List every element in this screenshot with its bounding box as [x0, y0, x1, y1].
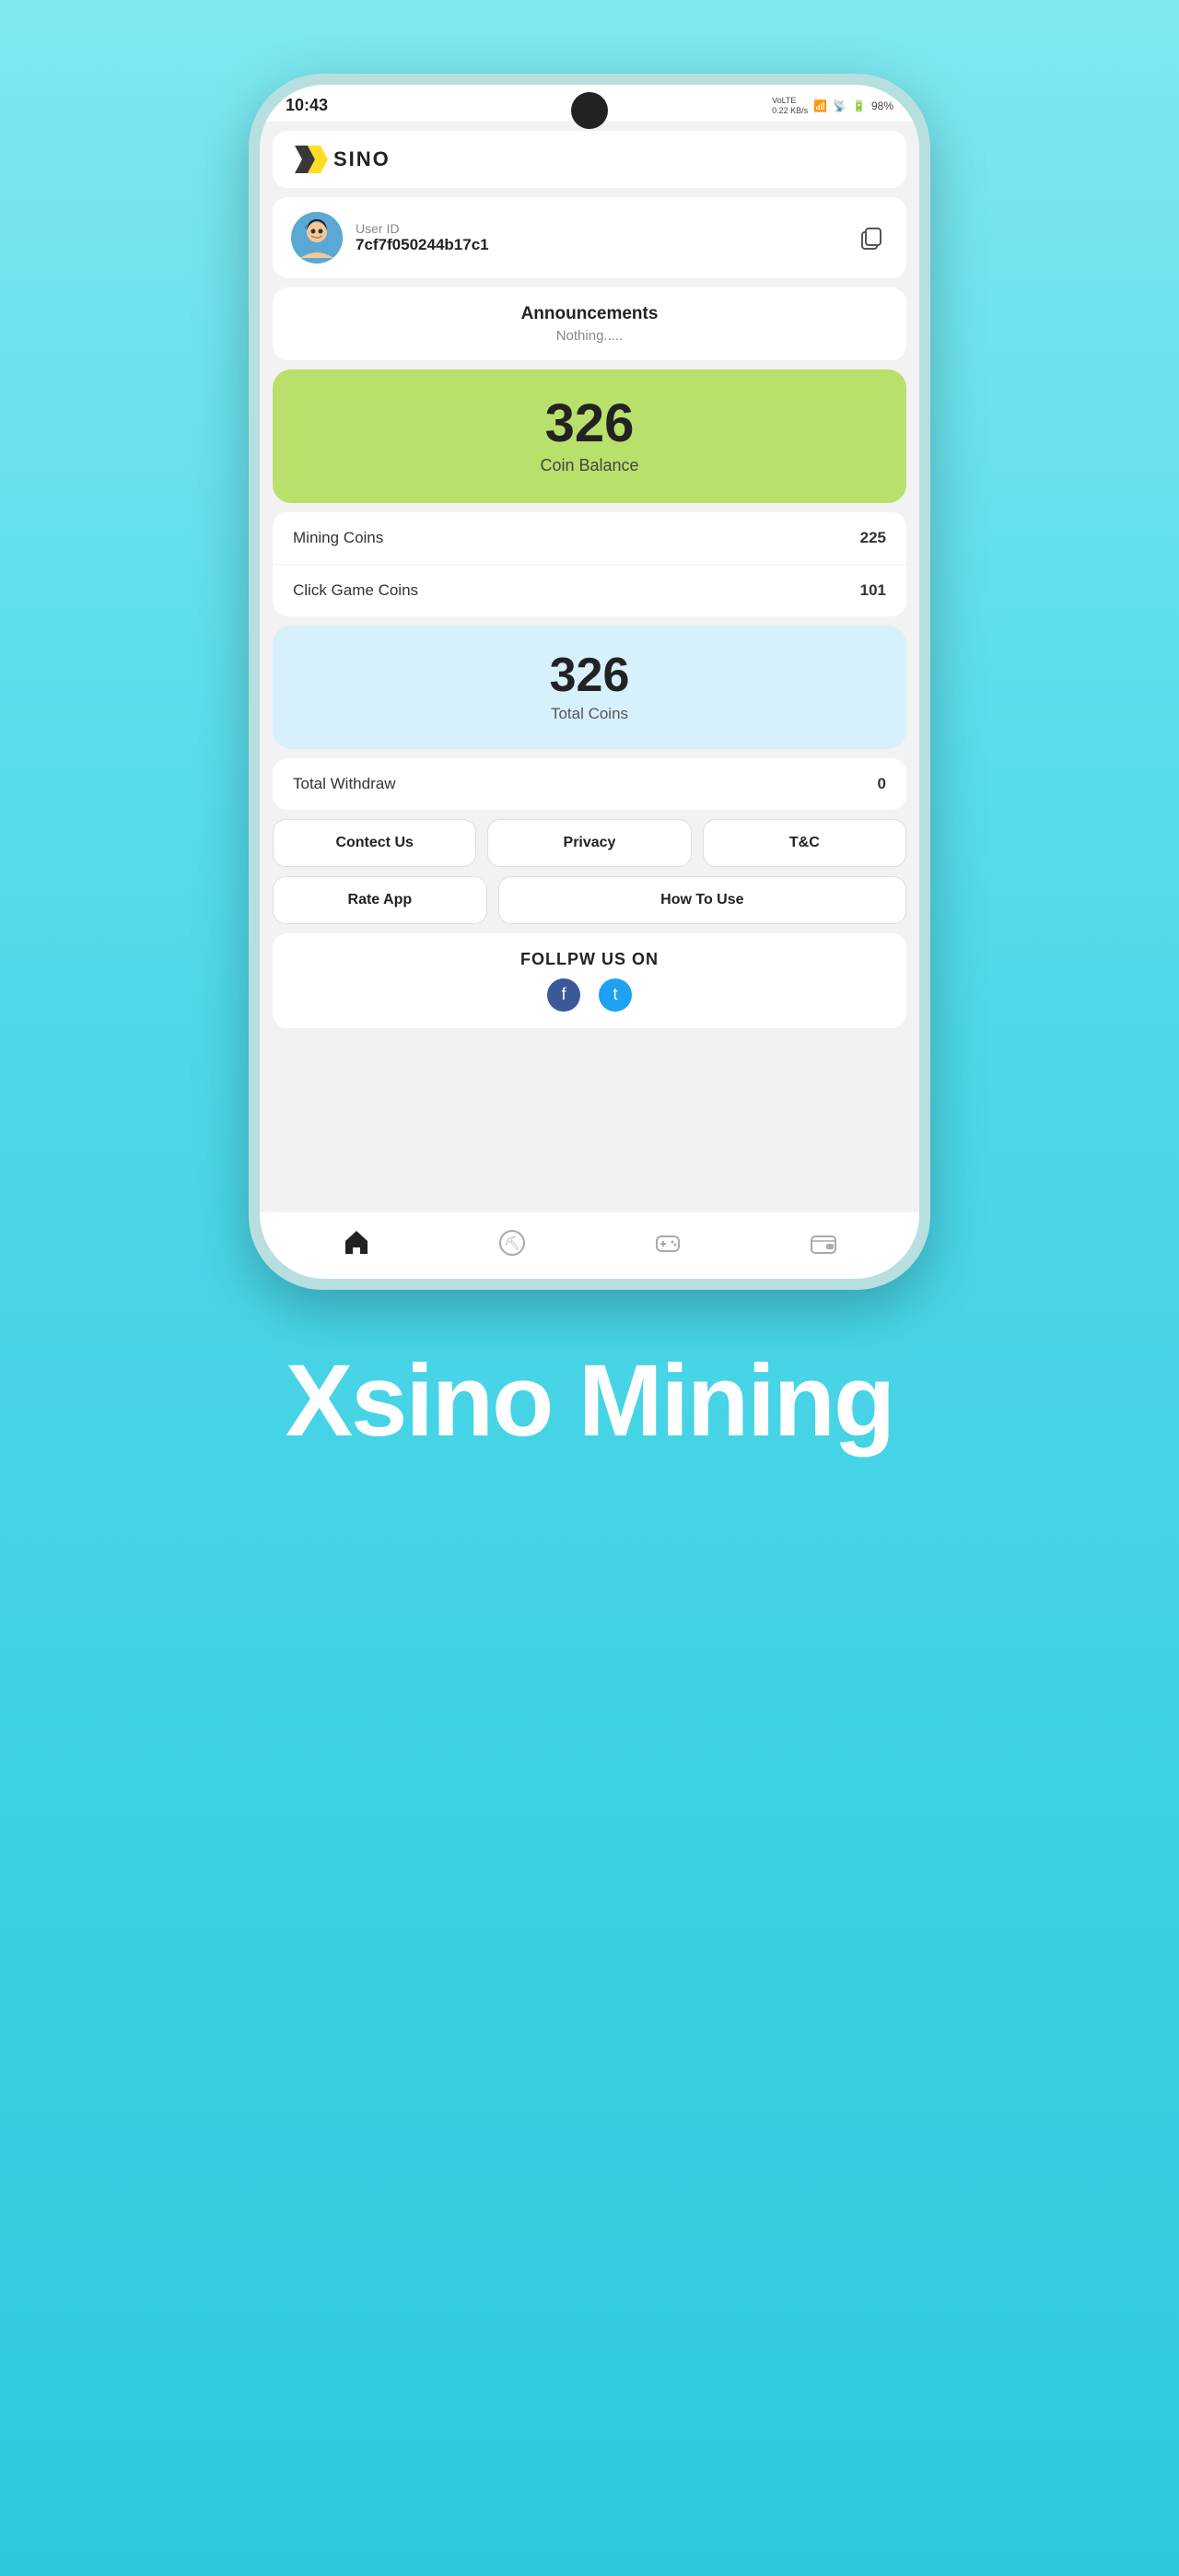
app-content: SINO [260, 122, 919, 1279]
user-card: User ID 7cf7f050244b17c1 [273, 197, 906, 278]
wallet-icon [810, 1229, 837, 1257]
battery-icon: 🔋 [852, 100, 866, 112]
signal-icon: 📡 [833, 100, 846, 112]
user-id-label: User ID [356, 221, 489, 236]
announcements-text: Nothing..... [291, 328, 888, 344]
btn-row-2: Rate App How To Use [273, 876, 906, 924]
bottom-nav: ⛏ [260, 1212, 919, 1279]
user-left: User ID 7cf7f050244b17c1 [291, 212, 489, 263]
game-icon [654, 1229, 682, 1257]
rate-app-button[interactable]: Rate App [273, 876, 487, 924]
mining-coins-row: Mining Coins 225 [273, 512, 906, 565]
how-to-use-button[interactable]: How To Use [498, 876, 906, 924]
status-bar: 10:43 VoLTE 0.22 KB/s 📶 📡 🔋 98% [260, 85, 919, 122]
avatar [291, 212, 343, 263]
user-info: User ID 7cf7f050244b17c1 [356, 221, 489, 254]
follow-section: FOLLPW US ON f t [273, 933, 906, 1028]
copy-icon [858, 225, 884, 251]
total-withdraw-value: 0 [878, 775, 886, 793]
announcements-card: Announcements Nothing..... [273, 287, 906, 360]
tnc-button[interactable]: T&C [703, 819, 906, 867]
logo: SINO [295, 146, 884, 173]
social-icon-1[interactable]: f [547, 978, 580, 1012]
privacy-button[interactable]: Privacy [487, 819, 691, 867]
coin-balance-label: Coin Balance [291, 456, 888, 475]
battery-percent: 98% [871, 100, 893, 112]
logo-text: SINO [333, 147, 391, 171]
user-id-value: 7cf7f050244b17c1 [356, 236, 489, 254]
avatar-svg [291, 212, 343, 263]
announcements-title: Announcements [291, 304, 888, 324]
status-time: 10:43 [286, 96, 328, 115]
click-game-coins-label: Click Game Coins [293, 581, 418, 600]
social-icon-2[interactable]: t [599, 978, 632, 1012]
click-game-coins-value: 101 [860, 581, 886, 600]
home-icon [343, 1229, 370, 1257]
contact-us-button[interactable]: Contect Us [273, 819, 476, 867]
mining-coins-value: 225 [860, 529, 886, 547]
nav-wallet[interactable] [791, 1225, 856, 1260]
copy-button[interactable] [855, 221, 888, 254]
phone-frame: 10:43 VoLTE 0.22 KB/s 📶 📡 🔋 98% [249, 74, 930, 1290]
total-coins-label: Total Coins [291, 705, 888, 723]
click-game-coins-row: Click Game Coins 101 [273, 565, 906, 616]
status-icons: VoLTE 0.22 KB/s 📶 📡 🔋 98% [772, 96, 893, 116]
total-coins-card: 326 Total Coins [273, 626, 906, 749]
total-coins-number: 326 [291, 651, 888, 699]
notch [571, 92, 608, 129]
svg-text:⛏: ⛏ [504, 1235, 520, 1250]
logo-icon [295, 146, 330, 173]
btn-row-1: Contect Us Privacy T&C [273, 819, 906, 867]
nav-mining[interactable]: ⛏ [480, 1225, 544, 1260]
mining-icon: ⛏ [498, 1229, 526, 1257]
follow-icons: f t [291, 978, 888, 1012]
coin-balance-card: 326 Coin Balance [273, 369, 906, 503]
coin-balance-number: 326 [291, 397, 888, 451]
follow-title: FOLLPW US ON [291, 950, 888, 969]
mining-coins-label: Mining Coins [293, 529, 383, 547]
total-withdraw-label: Total Withdraw [293, 775, 395, 793]
phone-screen: 10:43 VoLTE 0.22 KB/s 📶 📡 🔋 98% [260, 85, 919, 1279]
withdraw-card: Total Withdraw 0 [273, 758, 906, 810]
brand-section: Xsino Mining [286, 1345, 893, 1457]
scroll-area: User ID 7cf7f050244b17c1 Announcements [260, 197, 919, 1212]
total-withdraw-row: Total Withdraw 0 [273, 758, 906, 810]
wifi-icon: 📶 [813, 100, 827, 112]
nav-game[interactable] [636, 1225, 700, 1260]
nav-home[interactable] [324, 1225, 389, 1260]
brand-title: Xsino Mining [286, 1345, 893, 1457]
app-header: SINO [273, 131, 906, 188]
network-label: VoLTE 0.22 KB/s [772, 96, 808, 116]
stats-card: Mining Coins 225 Click Game Coins 101 [273, 512, 906, 616]
